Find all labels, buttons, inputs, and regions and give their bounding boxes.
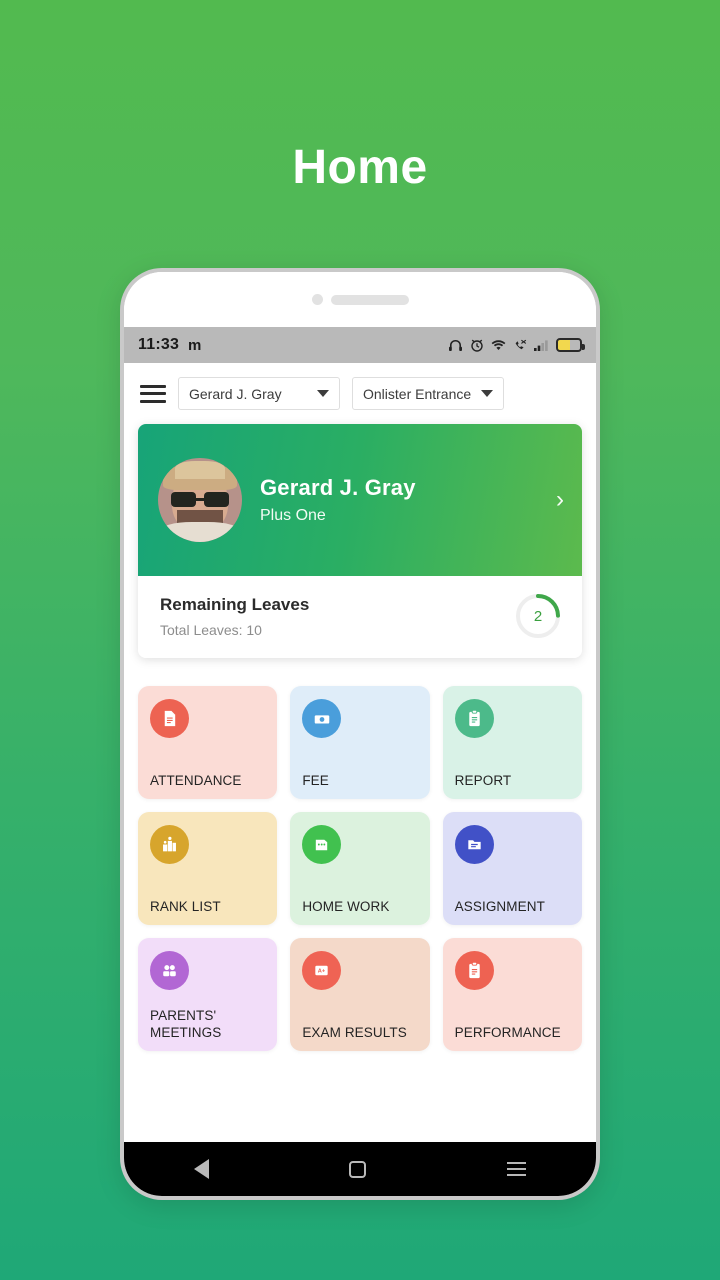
profile-identity: Gerard J. Gray Plus One (260, 475, 548, 525)
institution-select-value: Onlister Entrance (363, 385, 472, 402)
tile-fee[interactable]: FEE (290, 686, 430, 799)
avatar (158, 458, 242, 542)
profile-class: Plus One (260, 507, 326, 524)
leaves-remaining-value: 2 (533, 607, 543, 625)
svg-text:A+: A+ (318, 969, 326, 975)
tile-label: RANK LIST (150, 898, 221, 914)
signal-icon (534, 339, 549, 351)
speaker-grill (330, 294, 409, 305)
headphones-icon (448, 339, 463, 352)
leaves-text-block: Remaining Leaves Total Leaves: 10 (160, 595, 309, 638)
hamburger-icon[interactable] (140, 384, 166, 403)
status-bar: 11:33 m (124, 327, 596, 363)
leaves-progress-ring: 2 (514, 592, 562, 640)
tile-label: EXAM RESULTS (302, 1024, 407, 1040)
student-select[interactable]: Gerard J. Gray (178, 377, 340, 410)
tile-label: REPORT (454, 772, 512, 788)
back-icon[interactable] (194, 1159, 210, 1179)
student-select-value: Gerard J. Gray (189, 385, 282, 402)
tile-home-work[interactable]: HOME WORK (290, 812, 430, 925)
tile-assignment[interactable]: ASSIGNMENT (442, 812, 582, 925)
podium-icon (150, 825, 189, 864)
leaves-title: Remaining Leaves (160, 594, 310, 614)
tile-report[interactable]: REPORT (442, 686, 582, 799)
tile-label: HOME WORK (302, 898, 390, 914)
tile-label: PARENTS' MEETINGS (150, 1008, 222, 1040)
clipboard-icon (454, 699, 494, 738)
tile-exam-results[interactable]: A+ EXAM RESULTS (290, 938, 430, 1051)
chevron-down-icon (481, 390, 494, 397)
tile-parents-meetings[interactable]: PARENTS' MEETINGS (138, 938, 278, 1051)
profile-name: Gerard J. Gray (260, 475, 416, 500)
profile-card[interactable]: Gerard J. Gray Plus One › Remaining Leav… (138, 424, 582, 658)
chevron-right-icon[interactable]: › (548, 488, 564, 512)
money-icon (302, 699, 342, 738)
phone-bezel-top (124, 272, 596, 327)
clipboard-check-icon (454, 951, 494, 990)
chevron-down-icon (317, 390, 329, 397)
page-title: Home (292, 141, 428, 194)
remaining-leaves-section: Remaining Leaves Total Leaves: 10 2 (138, 576, 582, 658)
status-bar-right (448, 338, 585, 352)
tile-label: FEE (302, 772, 329, 788)
institution-select[interactable]: Onlister Entrance (352, 377, 505, 410)
file-text-icon (454, 825, 494, 864)
alarm-icon (470, 338, 484, 352)
tile-label: PERFORMANCE (454, 1024, 561, 1040)
grade-icon: A+ (302, 951, 342, 990)
leaves-total: Total Leaves: 10 (160, 621, 262, 638)
camera-icon (311, 294, 323, 305)
home-icon[interactable] (349, 1160, 367, 1178)
group-icon (150, 951, 189, 990)
tile-attendance[interactable]: ATTENDANCE (138, 686, 278, 799)
battery-icon (556, 338, 585, 352)
call-mute-icon (513, 339, 527, 352)
phone-frame: 11:33 m Gerard J. Gray Onlister Entrance… (120, 268, 600, 1200)
menu-grid: ATTENDANCE FEE REPORT RANK LIST HOME WOR… (124, 658, 596, 1142)
recents-icon[interactable] (506, 1162, 526, 1176)
status-bar-left: 11:33 m (138, 336, 201, 354)
app-content: Gerard J. Gray Onlister Entrance Gerard … (124, 363, 596, 1196)
profile-card-header[interactable]: Gerard J. Gray Plus One › (138, 424, 582, 576)
tile-label: ATTENDANCE (150, 772, 242, 788)
carrier-glyph: m (188, 336, 202, 354)
book-icon (302, 825, 342, 864)
status-time: 11:33 (138, 336, 180, 353)
tile-rank-list[interactable]: RANK LIST (138, 812, 278, 925)
wifi-icon (491, 339, 506, 351)
android-nav-bar (124, 1142, 596, 1196)
tile-performance[interactable]: PERFORMANCE (442, 938, 582, 1051)
phone-screen: 11:33 m Gerard J. Gray Onlister Entrance… (124, 272, 596, 1196)
document-icon (150, 699, 189, 738)
tile-label: ASSIGNMENT (454, 898, 545, 914)
app-toolbar: Gerard J. Gray Onlister Entrance (124, 363, 596, 422)
